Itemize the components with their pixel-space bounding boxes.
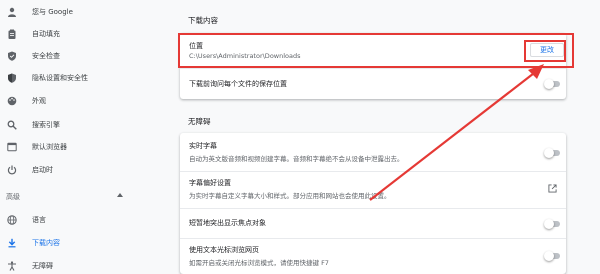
sidebar-item-safety-check[interactable]: 安全检查 xyxy=(0,45,150,66)
sidebar-item-downloads[interactable]: 下载内容 xyxy=(0,232,150,253)
toggle-knob xyxy=(544,219,554,229)
sidebar-item-label: 您与 Google xyxy=(32,7,73,16)
shield-check-icon xyxy=(6,50,17,61)
focus-highlight-row[interactable]: 短暂地突出显示焦点对象 xyxy=(180,209,566,238)
search-icon xyxy=(6,119,17,130)
toggle-knob xyxy=(544,79,554,89)
caption-prefs-title: 字幕偏好设置 xyxy=(189,179,231,187)
caret-browsing-row[interactable]: 使用文本光标浏览网页 如需开启或关闭光标浏览模式，请使用快捷键 F7 xyxy=(180,239,566,274)
sidebar-item-label: 安全检查 xyxy=(32,51,60,60)
advanced-label: 高级 xyxy=(6,193,20,201)
sidebar-item-label: 启动时 xyxy=(32,165,53,174)
live-caption-toggle[interactable] xyxy=(544,148,560,158)
live-caption-desc: 自动为英文版音频和视频创建字幕。音频和字幕绝不会从设备中泄露出去。 xyxy=(189,155,404,163)
shield-icon xyxy=(6,72,17,83)
accessibility-card: 实时字幕 自动为英文版音频和视频创建字幕。音频和字幕绝不会从设备中泄露出去。 字… xyxy=(180,133,566,274)
globe-icon xyxy=(6,214,17,225)
ask-where-to-save-toggle[interactable] xyxy=(544,79,560,89)
sidebar-item-you-and-google[interactable]: 您与 Google xyxy=(0,1,150,22)
toggle-knob xyxy=(544,148,554,158)
sidebar-item-accessibility[interactable]: 无障碍 xyxy=(0,255,150,274)
power-icon xyxy=(6,164,17,175)
sidebar-item-on-startup[interactable]: 启动时 xyxy=(0,159,150,180)
caret-browsing-toggle[interactable] xyxy=(544,251,560,261)
person-icon xyxy=(6,6,17,17)
accessibility-section-title: 无障碍 xyxy=(188,117,211,126)
sidebar-item-label: 隐私设置和安全性 xyxy=(32,73,88,82)
caption-prefs-row[interactable]: 字幕偏好设置 为实时字幕自定义字幕大小和样式。部分应用和网站也会使用此设置。 xyxy=(180,172,566,208)
sidebar: 您与 Google 自动填充 安全检查 隐私设置和安全性 外观 搜索引擎 默认浏… xyxy=(0,0,150,274)
download-icon xyxy=(6,237,17,248)
sidebar-item-appearance[interactable]: 外观 xyxy=(0,90,150,111)
ask-where-to-save-label: 下载前询问每个文件的保存位置 xyxy=(189,80,287,88)
sidebar-item-label: 默认浏览器 xyxy=(32,142,67,151)
toggle-knob xyxy=(544,251,554,261)
ask-where-to-save-row[interactable]: 下载前询问每个文件的保存位置 xyxy=(180,69,566,99)
downloads-section-title: 下载内容 xyxy=(188,16,218,25)
caret-browsing-desc: 如需开启或关闭光标浏览模式，请使用快捷键 F7 xyxy=(189,259,329,267)
palette-icon xyxy=(6,95,17,106)
highlight-box-location xyxy=(178,33,574,68)
highlight-box-change-button xyxy=(524,40,566,62)
sidebar-item-search-engine[interactable]: 搜索引擎 xyxy=(0,114,150,135)
sidebar-advanced-toggle[interactable]: 高级 xyxy=(6,192,136,202)
sidebar-item-default-browser[interactable]: 默认浏览器 xyxy=(0,136,150,157)
sidebar-item-languages[interactable]: 语言 xyxy=(0,209,150,230)
live-caption-row[interactable]: 实时字幕 自动为英文版音频和视频创建字幕。音频和字幕绝不会从设备中泄露出去。 xyxy=(180,133,566,171)
focus-highlight-toggle[interactable] xyxy=(544,219,560,229)
live-caption-title: 实时字幕 xyxy=(189,142,217,150)
sidebar-item-label: 外观 xyxy=(32,96,46,105)
sidebar-item-label: 下载内容 xyxy=(32,238,60,247)
caption-prefs-desc: 为实时字幕自定义字幕大小和样式。部分应用和网站也会使用此设置。 xyxy=(189,192,391,200)
caret-browsing-title: 使用文本光标浏览网页 xyxy=(189,246,259,254)
chevron-up-icon xyxy=(117,193,123,197)
sidebar-item-label: 无障碍 xyxy=(32,261,53,270)
clipboard-icon xyxy=(6,28,17,39)
sidebar-item-label: 自动填充 xyxy=(32,29,60,38)
accessibility-icon xyxy=(6,260,17,271)
sidebar-item-label: 搜索引擎 xyxy=(32,120,60,129)
external-link-icon[interactable] xyxy=(548,184,557,193)
browser-icon xyxy=(6,141,17,152)
sidebar-item-privacy[interactable]: 隐私设置和安全性 xyxy=(0,67,150,88)
sidebar-item-label: 语言 xyxy=(32,215,46,224)
sidebar-item-autofill[interactable]: 自动填充 xyxy=(0,23,150,44)
focus-highlight-title: 短暂地突出显示焦点对象 xyxy=(189,219,266,227)
